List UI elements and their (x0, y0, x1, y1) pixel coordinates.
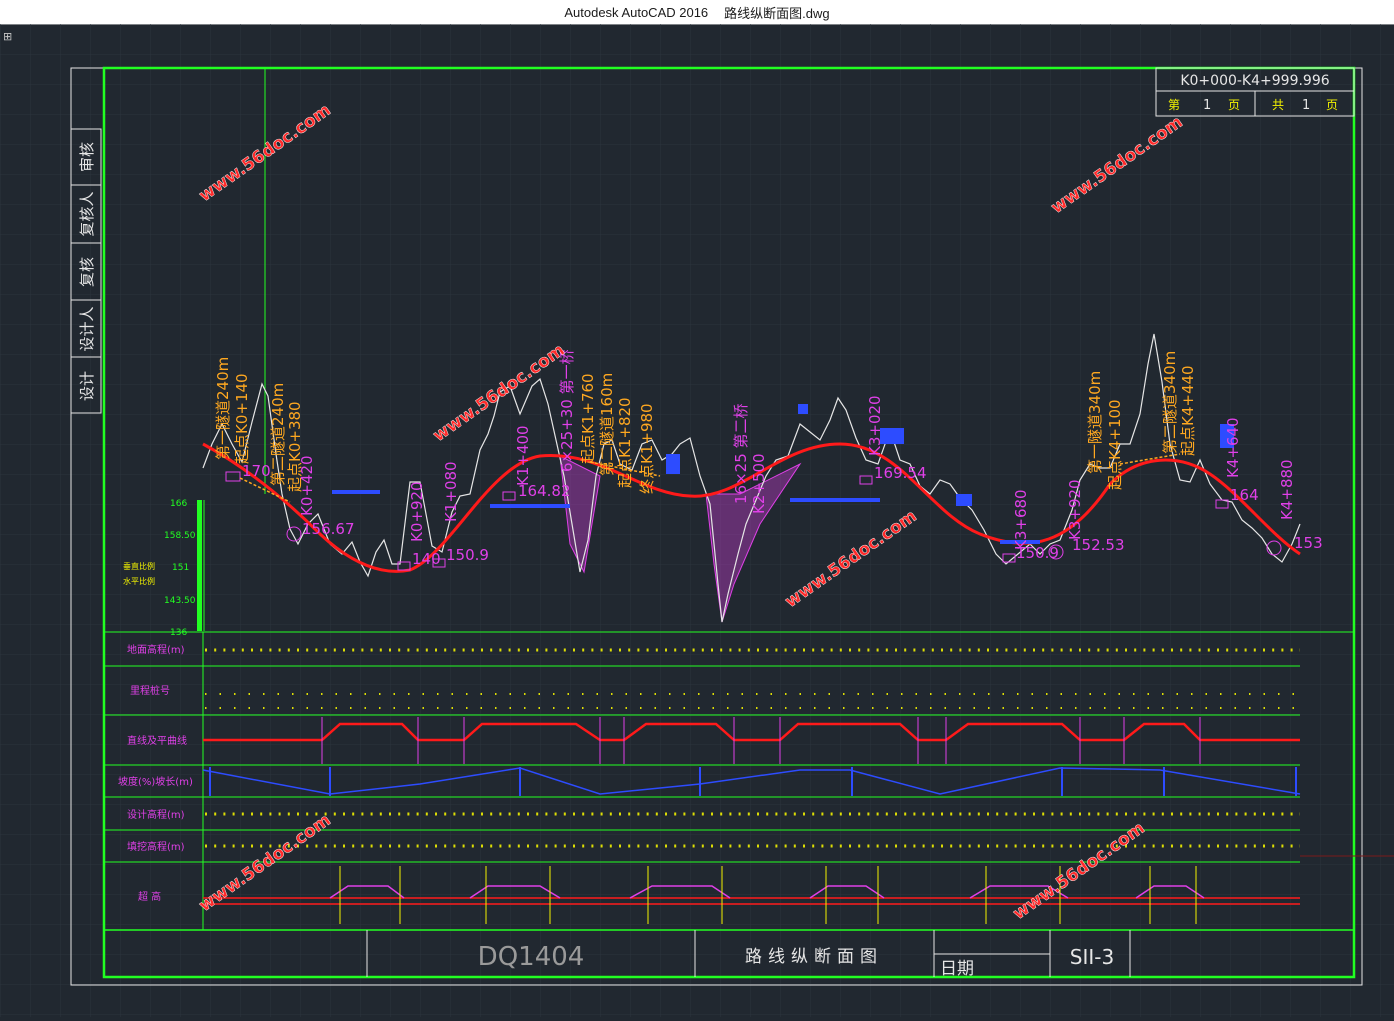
scale-tick-158: 158.50 (164, 531, 196, 541)
row-alignment: 直线及平曲线 (127, 734, 187, 747)
sign-design: 设计 (78, 371, 96, 401)
total-prefix: 共 (1272, 98, 1284, 112)
page-unit: 页 (1228, 98, 1240, 112)
sign-review: 复核 (78, 257, 96, 287)
file-name: 路线纵断面图.dwg (724, 5, 830, 21)
scale-tick-136: 136 (170, 628, 187, 638)
drawing-svg: 设计 设计人 复核 复核人 审核 K0+000-K4+999.996 第 1 页… (0, 24, 1394, 1017)
drawing-canvas[interactable]: 设计 设计人 复核 复核人 审核 K0+000-K4+999.996 第 1 页… (0, 24, 1394, 1017)
app-name: Autodesk AutoCAD 2016 (564, 4, 709, 20)
elev-156: 156.67 (302, 520, 355, 538)
ann-k2500: K2+500 (750, 453, 768, 514)
total-no: 1 (1302, 98, 1310, 113)
page-no: 1 (1203, 98, 1211, 113)
drawing-number: DQ1404 (478, 942, 585, 972)
window-titlebar: Autodesk AutoCAD 2016 路线纵断面图.dwg (0, 0, 1394, 25)
scale-tick-151: 151 (172, 563, 189, 573)
ann-start-k1760: 起点K1+760 (579, 373, 597, 464)
drawing-title: 路线纵断面图 (745, 947, 883, 967)
ann-bridge2: 16×25 第二桥 (732, 403, 750, 504)
ann-k3020: K3+020 (866, 395, 884, 456)
elev-169: 169.54 (874, 464, 927, 482)
sheet-number: SII-3 (1070, 945, 1114, 969)
elev-153: 153 (1294, 534, 1323, 552)
total-unit: 页 (1326, 98, 1338, 112)
horizontal-scale-label: 水平比例 (123, 576, 155, 586)
ann-start-k4100: 起点K4+100 (1106, 399, 1124, 490)
sign-approve: 审核 (78, 142, 96, 172)
elev-164b: 164 (1230, 486, 1259, 504)
elev-150: 150.9 (446, 546, 489, 564)
row-grade: 坡度(%)坡长(m) (118, 775, 193, 788)
elev-150b: 150.9 (1016, 544, 1059, 562)
ann-k4640: K4+640 (1224, 417, 1242, 478)
model-grid (0, 24, 1394, 1017)
ann-tunnel3: 第一隧道340m (1086, 371, 1104, 474)
row-chainage: 里程桩号 (130, 684, 170, 697)
ann-end-k1980: 终点K1+980 (638, 403, 656, 494)
vertical-scale-label: 垂直比例 (123, 561, 155, 571)
ann-k1400: K1+400 (514, 425, 532, 486)
date-label: 日期 (940, 959, 974, 979)
ann-tunnel1: 第一隧道240m (214, 357, 232, 460)
page-prefix: 第 (1168, 98, 1180, 112)
ann-k3920: K3+920 (1066, 479, 1084, 540)
ann-bridge1: 6×25+30 第一桥 (558, 349, 576, 472)
ann-tunnel-160: 第二隧道160m (598, 373, 616, 476)
row-ground-elev: 地面高程(m) (127, 643, 185, 656)
row-cut-fill: 填挖高程(m) (127, 840, 185, 853)
scale-tick-143: 143.50 (164, 596, 196, 606)
scale-tick-166: 166 (170, 499, 187, 509)
chainage-range: K0+000-K4+999.996 (1180, 73, 1329, 89)
elev-152: 152.53 (1072, 536, 1125, 554)
row-design-elev: 设计高程(m) (127, 808, 185, 821)
elev-170: 170 (242, 462, 271, 480)
sign-reviewer: 复核人 (78, 191, 96, 236)
ann-k1080: K1+080 (442, 461, 460, 522)
ann-k0420: K0+420 (298, 455, 316, 516)
ann-tunnel4: 第二隧道340m (1161, 351, 1179, 454)
ann-k4880: K4+880 (1278, 459, 1296, 520)
ann-start-k4440: 起点K4+440 (1179, 365, 1197, 456)
ann-tunnel2: 第二隧道240m (269, 383, 287, 486)
ann-k3680: K3+680 (1012, 489, 1030, 550)
elev-164: 164.82 (518, 482, 571, 500)
elev-140: 140 (412, 550, 441, 568)
row-superelevation: 超 高 (138, 890, 161, 903)
ann-k0920: K0+920 (408, 481, 426, 542)
ann-start-k1820: 起点K1+820 (616, 397, 634, 488)
ann-start-k0140: 起点K0+140 (233, 373, 251, 464)
sign-designer: 设计人 (78, 306, 96, 351)
